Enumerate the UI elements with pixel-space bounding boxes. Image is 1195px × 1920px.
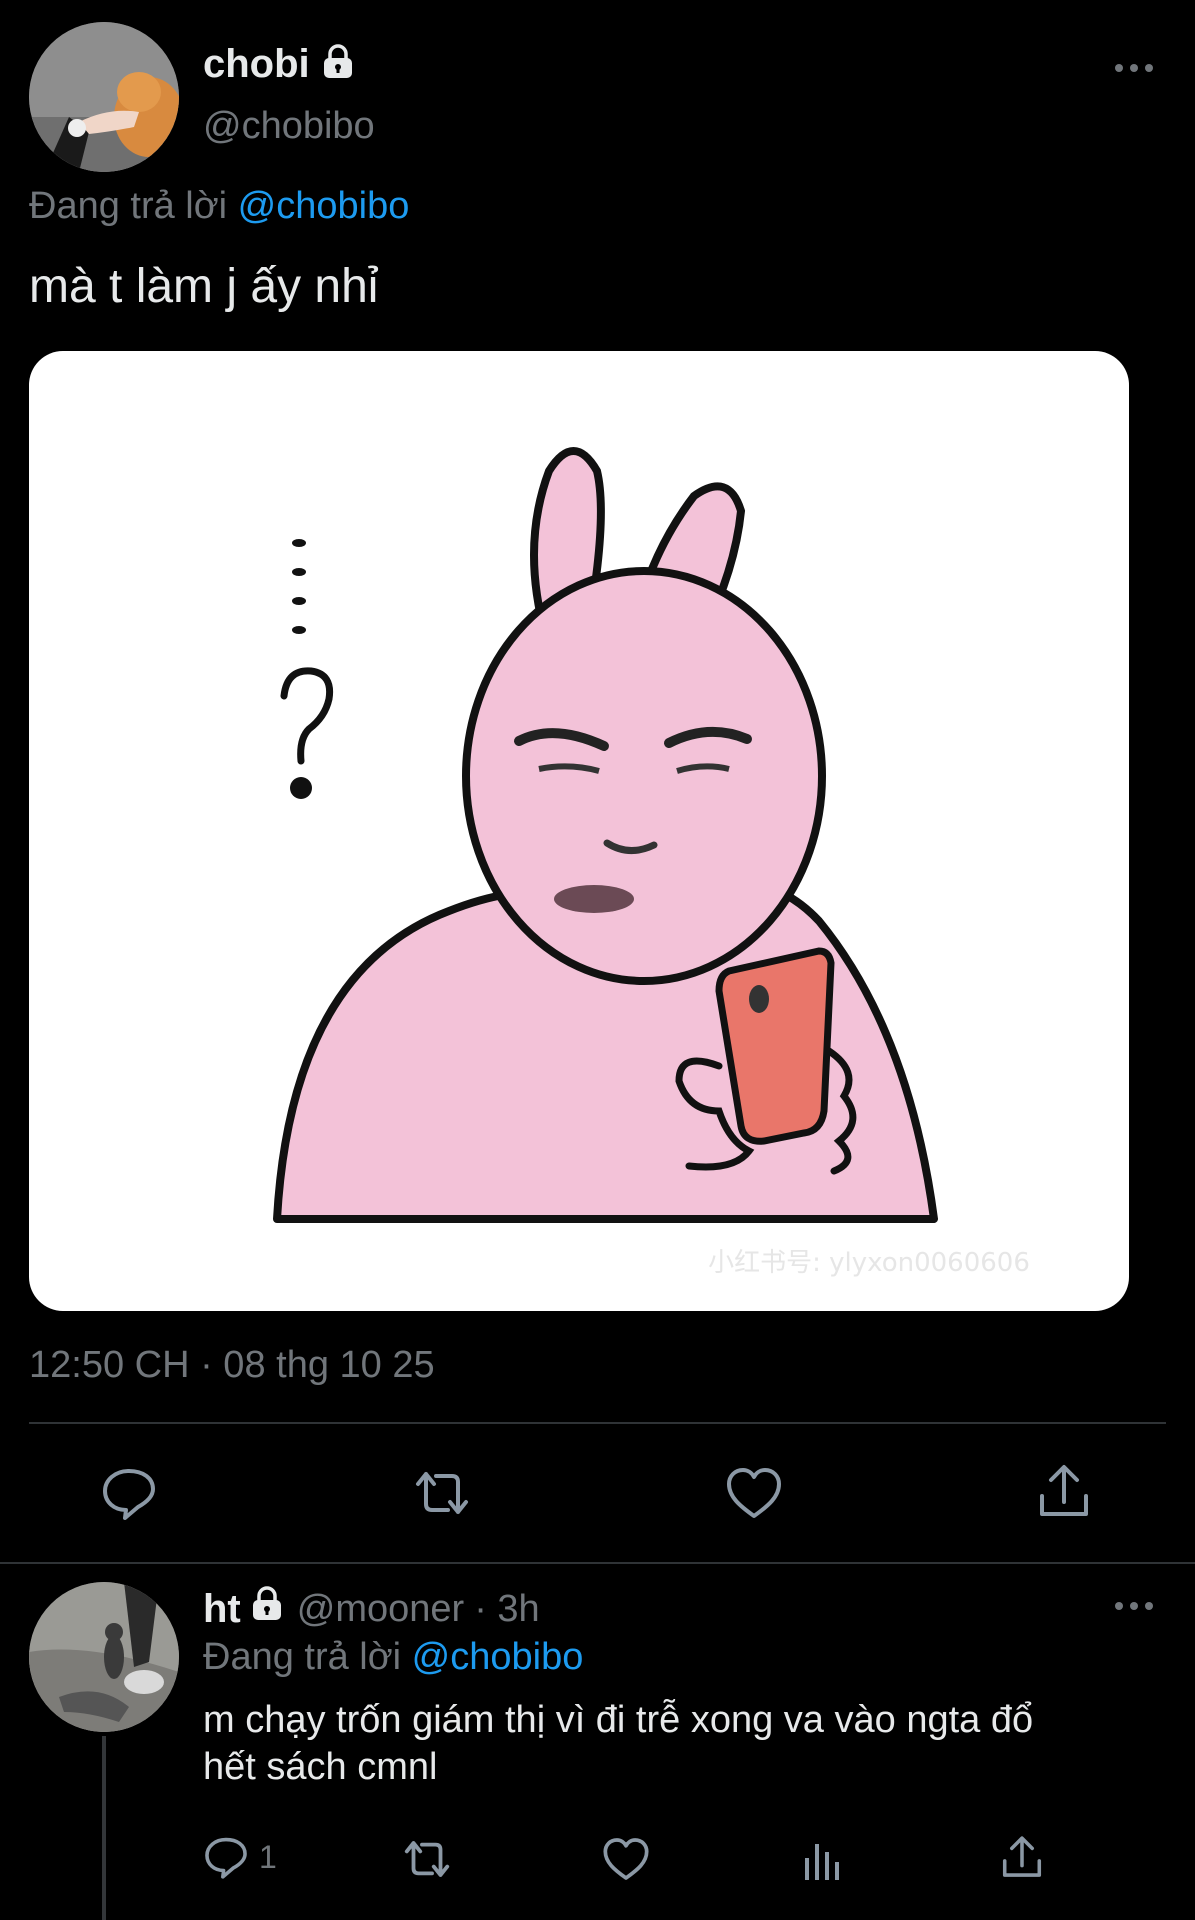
divider: [0, 1562, 1195, 1564]
reply-text-line: m chạy trốn giám thị vì đi trễ xong va v…: [203, 1699, 1034, 1741]
author-display-name[interactable]: chobi: [203, 42, 310, 87]
retweet-button[interactable]: [400, 1836, 454, 1882]
share-button[interactable]: [1036, 1462, 1092, 1520]
divider: [29, 1422, 1166, 1424]
replying-to-link[interactable]: @chobibo: [238, 185, 410, 227]
reply-author-name[interactable]: ht: [203, 1587, 241, 1632]
like-button[interactable]: [725, 1466, 783, 1520]
question-mark-icon: [280, 539, 334, 799]
reply-icon: [203, 1834, 249, 1880]
replying-label: Đang trả lời: [203, 1636, 402, 1678]
analytics-icon: [802, 1838, 844, 1882]
reply-text: m chạy trốn giám thị vì đi trễ xong va v…: [203, 1697, 1163, 1791]
retweet-button[interactable]: [410, 1466, 474, 1520]
like-icon: [602, 1836, 650, 1882]
reply-button[interactable]: [100, 1464, 158, 1522]
author-handle[interactable]: @chobibo: [203, 104, 375, 148]
reply-replying-to-line: Đang trả lời @chobibo: [203, 1634, 583, 1680]
replying-to-link[interactable]: @chobibo: [412, 1636, 584, 1678]
retweet-icon: [400, 1836, 454, 1882]
tweet-timestamp[interactable]: 12:50 CH · 08 thg 10 25: [29, 1342, 435, 1388]
reply-text-line: hết sách cmnl: [203, 1746, 438, 1788]
reply-icon: [100, 1464, 158, 1522]
reply-author-handle[interactable]: @mooner: [297, 1588, 464, 1631]
thread-line: [102, 1736, 106, 1920]
reply-header: ht @mooner · 3h: [203, 1584, 540, 1634]
replying-label: Đang trả lời: [29, 185, 228, 227]
replying-to-line: Đang trả lời @chobibo: [29, 183, 409, 229]
retweet-icon: [410, 1466, 474, 1520]
analytics-button[interactable]: [802, 1838, 844, 1882]
reply-count: 1: [259, 1838, 277, 1875]
lock-icon: [318, 42, 358, 87]
more-icon[interactable]: [1112, 1596, 1156, 1616]
lock-icon: [247, 1584, 287, 1634]
more-icon[interactable]: [1112, 58, 1156, 78]
reply-button[interactable]: 1: [203, 1834, 277, 1880]
author-avatar[interactable]: [29, 22, 179, 172]
like-button[interactable]: [602, 1836, 650, 1882]
image-watermark: 小红书号: ylyxon0060606: [708, 1248, 1030, 1278]
share-icon: [1000, 1834, 1044, 1880]
reply-author-avatar[interactable]: [29, 1582, 179, 1732]
like-icon: [725, 1466, 783, 1520]
tweet-image[interactable]: 小红书号: ylyxon0060606: [29, 351, 1129, 1311]
share-button[interactable]: [1000, 1834, 1044, 1880]
tweet-text: mà t làm j ấy nhỉ: [29, 260, 379, 313]
author-name-row[interactable]: chobi: [203, 40, 358, 88]
reply-time[interactable]: · 3h: [474, 1588, 539, 1631]
share-icon: [1036, 1462, 1092, 1520]
